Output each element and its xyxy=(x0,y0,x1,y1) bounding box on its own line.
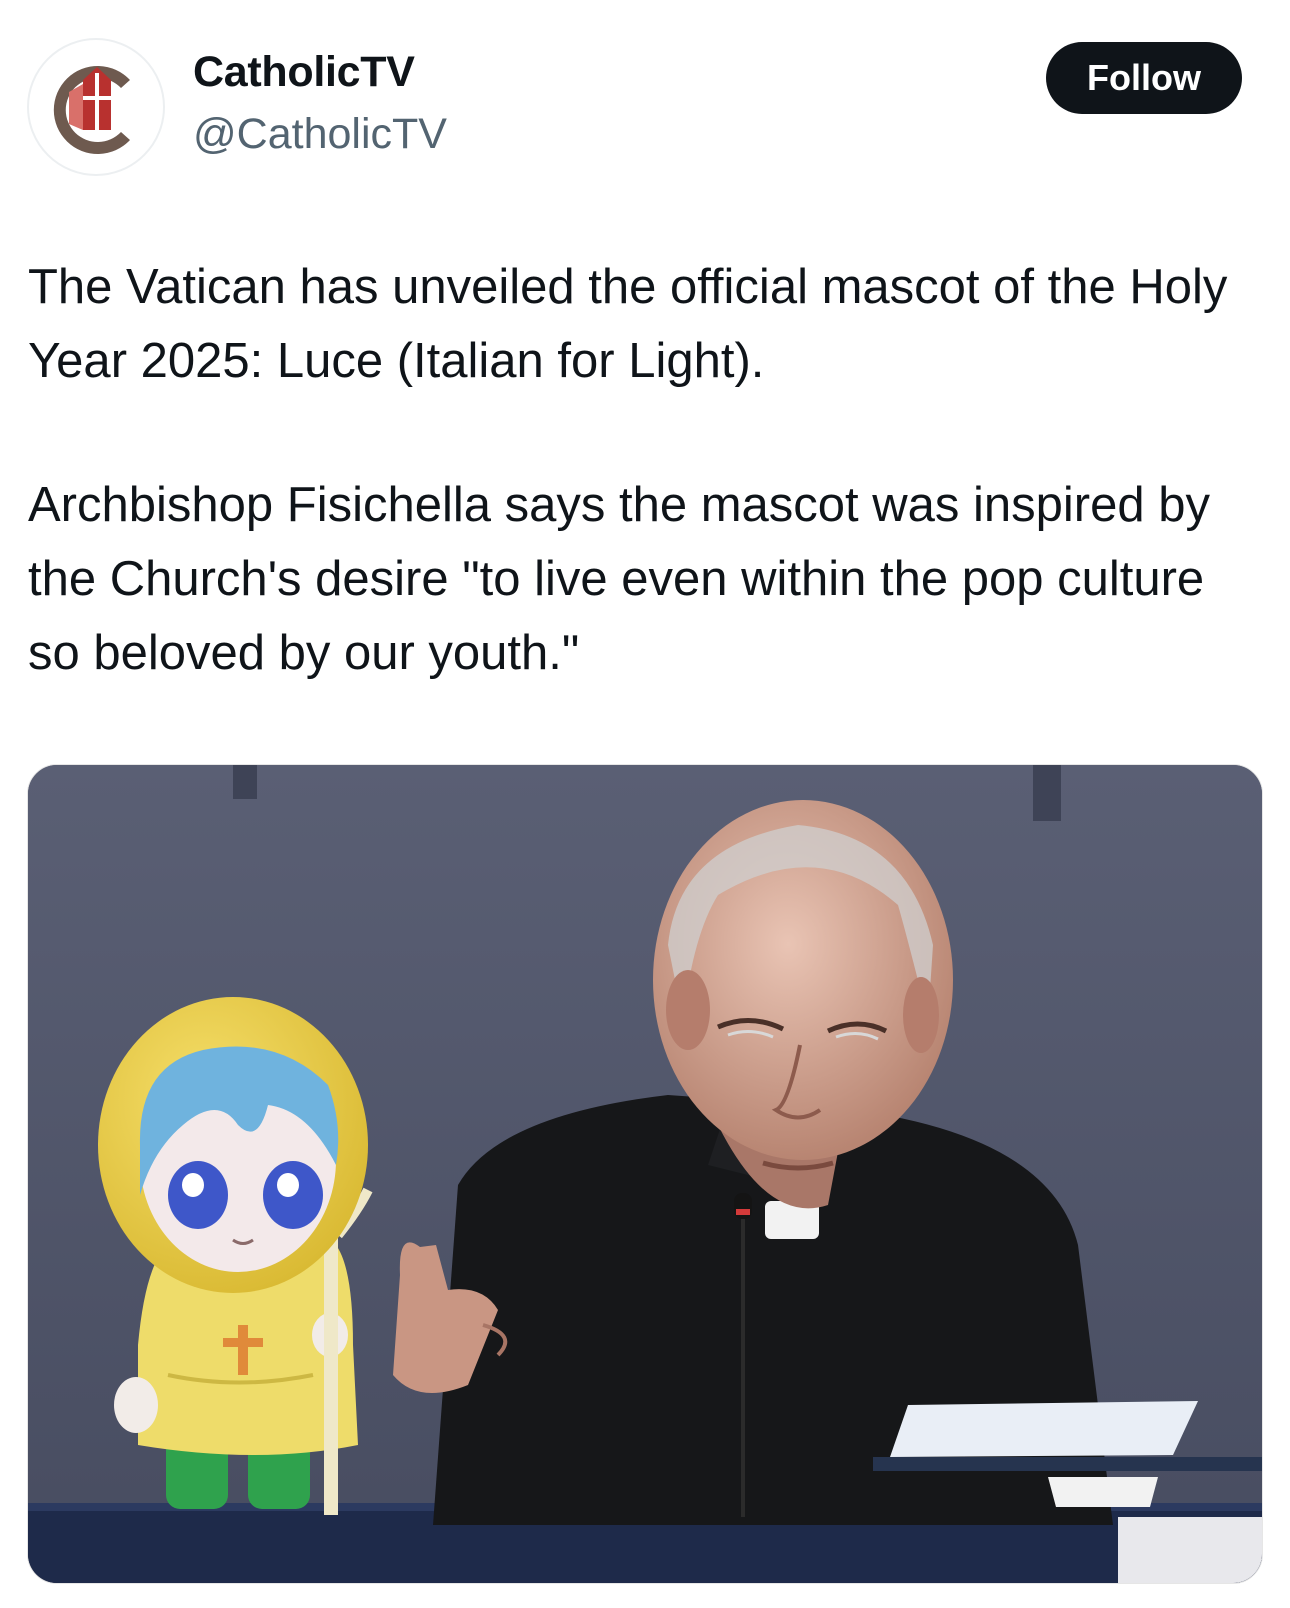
post-text-paragraph-2: Archbishop Fisichella says the mascot wa… xyxy=(28,478,1210,680)
catholictv-logo-icon xyxy=(53,66,130,154)
post-card: CatholicTV @CatholicTV Follow The Vatica… xyxy=(0,0,1290,1608)
account-avatar[interactable] xyxy=(27,38,165,176)
display-name[interactable]: CatholicTV xyxy=(193,48,415,97)
follow-button[interactable]: Follow xyxy=(1046,42,1242,114)
account-handle[interactable]: @CatholicTV xyxy=(193,110,447,159)
press-conference-photo xyxy=(28,765,1262,1583)
post-text-paragraph-1: The Vatican has unveiled the official ma… xyxy=(28,260,1228,388)
post-image[interactable] xyxy=(27,764,1263,1584)
